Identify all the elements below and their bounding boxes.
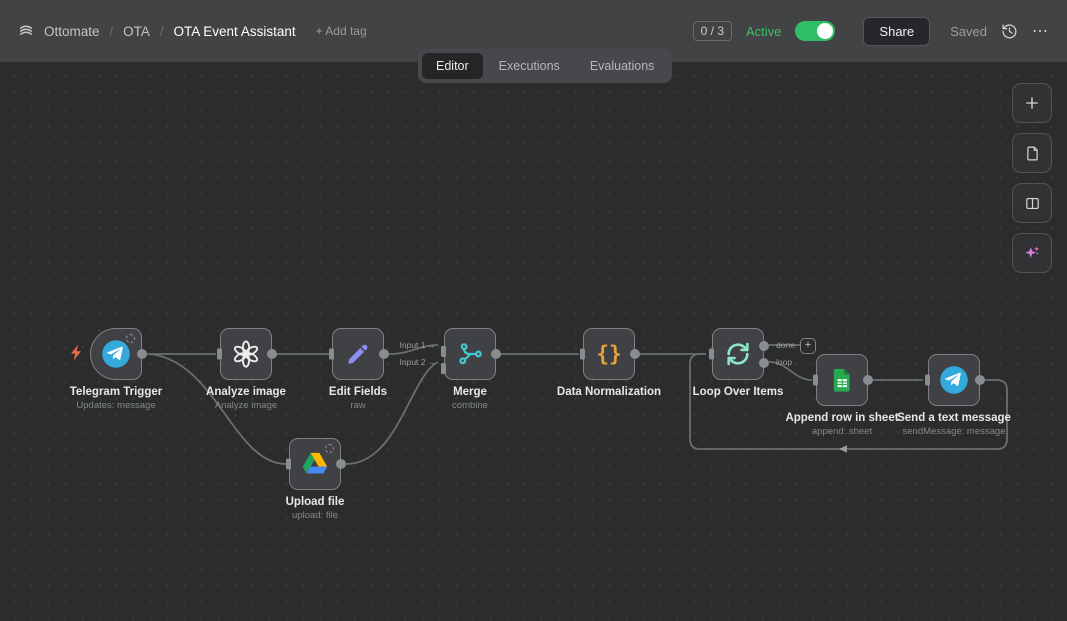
node-label: Loop Over Items	[653, 386, 823, 398]
google-drive-icon	[301, 450, 329, 478]
telegram-icon	[939, 365, 969, 395]
tab-editor[interactable]: Editor	[422, 53, 483, 79]
active-label: Active	[746, 24, 781, 39]
output-port-done[interactable]	[759, 341, 769, 351]
input-port[interactable]	[925, 375, 930, 386]
workflow-title[interactable]: OTA Event Assistant	[174, 24, 296, 39]
canvas-toolbar	[1012, 83, 1052, 273]
node-loop-over-items[interactable]: Loop Over Items	[712, 328, 764, 380]
add-node-button[interactable]	[1012, 83, 1052, 123]
toggle-knob	[817, 23, 833, 39]
node-merge[interactable]: Merge combine	[444, 328, 496, 380]
node-analyze-image[interactable]: Analyze image Analyze image	[220, 328, 272, 380]
share-button[interactable]: Share	[863, 17, 930, 46]
port-arrow-icon: →	[428, 357, 437, 367]
node-send-text-message[interactable]: Send a text message sendMessage: message	[928, 354, 980, 406]
saved-status: Saved	[950, 24, 987, 39]
node-upload-file[interactable]: Upload file upload: file	[289, 438, 341, 490]
plus-icon	[1023, 94, 1041, 112]
loop-icon	[724, 340, 752, 368]
openai-icon	[231, 339, 261, 369]
node-sublabel: upload: file	[230, 510, 400, 521]
more-menu-icon[interactable]: ⋯	[1032, 21, 1049, 41]
node-telegram-trigger[interactable]: Telegram Trigger Updates: message	[90, 328, 142, 380]
workspace-stack-icon	[18, 23, 34, 39]
merge-input1-label: Input 1→	[400, 340, 436, 350]
toggle-panel-button[interactable]	[1012, 183, 1052, 223]
merge-icon	[456, 340, 484, 368]
tab-evaluations[interactable]: Evaluations	[576, 53, 669, 79]
merge-input2-label: Input 2→	[400, 357, 436, 367]
input-port[interactable]	[709, 349, 714, 360]
node-label: Upload file	[230, 496, 400, 508]
sparkles-icon	[1022, 243, 1042, 263]
breadcrumb-workspace[interactable]: Ottomate	[44, 24, 100, 39]
workflow-editor: Ottomate / OTA / OTA Event Assistant + A…	[0, 0, 1067, 621]
telegram-icon	[101, 339, 131, 369]
loop-done-label: done	[776, 340, 795, 350]
breadcrumb-folder[interactable]: OTA	[123, 24, 150, 39]
output-port[interactable]	[630, 349, 640, 359]
node-edit-fields[interactable]: Edit Fields raw	[332, 328, 384, 380]
output-port[interactable]	[491, 349, 501, 359]
view-tabs: Editor Executions Evaluations	[418, 49, 672, 83]
output-port[interactable]	[975, 375, 985, 385]
split-panel-icon	[1024, 195, 1041, 212]
braces-icon: {}	[596, 342, 621, 366]
output-port[interactable]	[336, 459, 346, 469]
node-label: Send a text message	[869, 412, 1039, 424]
input-port-2[interactable]	[441, 363, 446, 374]
input-port[interactable]	[813, 375, 818, 386]
output-port[interactable]	[267, 349, 277, 359]
node-sublabel: combine	[385, 400, 555, 411]
add-node-endpoint-button[interactable]: +	[800, 338, 816, 354]
node-append-row-in-sheet[interactable]: Append row in sheet append: sheet	[816, 354, 868, 406]
port-arrow-icon: →	[428, 340, 437, 350]
loop-loop-label: loop	[776, 357, 792, 367]
note-icon	[1024, 145, 1041, 162]
ai-assistant-button[interactable]	[1012, 233, 1052, 273]
input-port[interactable]	[580, 349, 585, 360]
node-sublabel: sendMessage: message	[869, 426, 1039, 437]
input-port[interactable]	[286, 459, 291, 470]
input-port[interactable]	[329, 349, 334, 360]
loopback-arrow	[839, 445, 847, 452]
input-port[interactable]	[217, 349, 222, 360]
pencil-icon	[344, 340, 372, 368]
breadcrumb-separator: /	[160, 24, 164, 39]
add-sticky-note-button[interactable]	[1012, 133, 1052, 173]
output-port[interactable]	[137, 349, 147, 359]
dashed-circle-icon	[325, 444, 334, 453]
execution-counter-badge: 0 / 3	[693, 21, 732, 41]
node-data-normalization[interactable]: {} Data Normalization	[583, 328, 635, 380]
input-port-1[interactable]	[441, 346, 446, 357]
trigger-bolt-icon	[70, 344, 82, 366]
output-port[interactable]	[863, 375, 873, 385]
history-icon[interactable]	[1001, 23, 1018, 40]
breadcrumb-separator: /	[110, 24, 114, 39]
add-tag-button[interactable]: + Add tag	[316, 24, 367, 38]
google-sheets-icon	[828, 366, 856, 394]
dashed-circle-icon	[126, 334, 135, 343]
breadcrumb: Ottomate / OTA / OTA Event Assistant + A…	[18, 23, 367, 39]
tab-executions[interactable]: Executions	[485, 53, 574, 79]
output-port[interactable]	[379, 349, 389, 359]
active-toggle[interactable]	[795, 21, 835, 41]
output-port-loop[interactable]	[759, 358, 769, 368]
connection-wires	[0, 0, 1067, 621]
